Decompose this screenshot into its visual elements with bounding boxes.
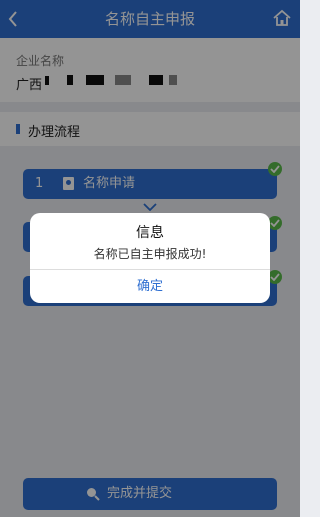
confirm-button[interactable]: 确定 <box>30 270 270 303</box>
dialog-message: 名称已自主申报成功! <box>93 247 207 261</box>
alert-dialog: 信息 名称已自主申报成功! 确定 <box>30 213 270 303</box>
dialog-title: 信息 <box>136 225 164 241</box>
